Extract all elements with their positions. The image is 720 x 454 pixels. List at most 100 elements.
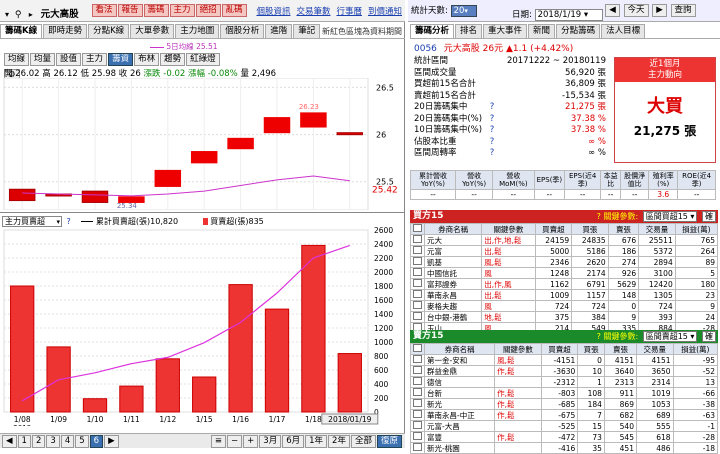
buy-confirm-button[interactable]: 確 xyxy=(702,211,716,222)
table-row[interactable]: 台中銀-港鶴 地,鬆 375 384 9 393 24 xyxy=(410,311,719,323)
header-link[interactable]: 個股資訊 xyxy=(256,7,290,17)
left-tab[interactable]: 個股分析 xyxy=(220,24,265,38)
header-link[interactable]: 交易筆數 xyxy=(296,7,330,17)
sell-confirm-button[interactable]: 確 xyxy=(702,331,716,342)
mode-button[interactable]: 紅綠燈 xyxy=(186,53,220,66)
column-header[interactable]: 交易量 xyxy=(635,343,674,355)
page-button[interactable]: 3 xyxy=(46,435,60,448)
left-tab[interactable]: 即時走勢 xyxy=(43,24,88,38)
table-row[interactable]: 麥格夫趨風 724 724 0 724 9 xyxy=(410,300,719,312)
row-checkbox[interactable] xyxy=(410,245,425,257)
column-header[interactable]: 關鍵參數 xyxy=(481,223,536,235)
column-header[interactable]: 損益(萬) xyxy=(672,343,719,355)
add-icon[interactable]: ▸ xyxy=(29,10,38,19)
left-tab[interactable]: 進階 xyxy=(265,24,293,38)
help-icon[interactable]: ? xyxy=(67,217,71,226)
table-row[interactable]: 華南永昌-中正 作,鬆 -675 7 682 689 -63 xyxy=(410,409,719,421)
page-button[interactable]: 4 xyxy=(60,435,75,448)
select-all-checkbox[interactable] xyxy=(410,223,425,235)
right-tab[interactable]: 新聞 xyxy=(528,24,556,38)
header-link[interactable]: 到價通知 xyxy=(368,7,402,17)
table-row[interactable]: 華南永昌 出,鬆 1009 1157 148 1305 23 xyxy=(410,289,719,301)
row-checkbox[interactable] xyxy=(410,409,425,421)
column-header[interactable]: 損益(萬) xyxy=(674,223,719,235)
right-tab[interactable]: 法人目標 xyxy=(601,24,646,38)
column-header[interactable]: 券商名稱 xyxy=(423,223,483,235)
table-row[interactable]: 中國信託風 1248 2174 926 3100 5 xyxy=(410,267,719,279)
left-tab[interactable]: 籌碼K線 xyxy=(0,24,43,38)
row-checkbox[interactable] xyxy=(410,267,425,279)
stock-action-button[interactable]: 絕招 xyxy=(195,4,221,17)
table-row[interactable]: 富邦證券 出,作,風 1162 6791 5629 12420 180 xyxy=(410,278,719,290)
row-checkbox[interactable] xyxy=(410,311,425,323)
zoom-in-icon[interactable]: + xyxy=(243,435,259,448)
table-row[interactable]: 富豐 作,鬆 -472 73 545 618 -28 xyxy=(410,431,719,443)
range-button[interactable]: 3月 xyxy=(259,435,282,448)
page-button[interactable]: 1 xyxy=(17,435,31,448)
table-row[interactable]: 台新 作,鬆 -803 108 911 1019 -66 xyxy=(410,387,719,399)
stock-input[interactable]: 元大高股 xyxy=(41,6,89,20)
row-checkbox[interactable] xyxy=(410,420,425,432)
range-button[interactable]: 復原 xyxy=(376,435,402,448)
row-checkbox[interactable] xyxy=(410,234,425,246)
row-checkbox[interactable] xyxy=(410,300,425,312)
row-checkbox[interactable] xyxy=(410,376,425,388)
mode-button[interactable]: 設值 xyxy=(56,53,82,66)
help-icon[interactable]: ? xyxy=(488,125,500,137)
row-checkbox[interactable] xyxy=(410,387,425,399)
table-row[interactable]: 元富-大昌 -525 15 540 555 -1 xyxy=(410,420,719,432)
search-icon[interactable]: ⚲ xyxy=(15,10,26,20)
help-icon[interactable]: ? xyxy=(488,137,500,149)
date-input[interactable]: 2018/1/19 ▾ xyxy=(534,9,603,21)
chevron-down-icon[interactable]: ▾ xyxy=(2,10,12,19)
range-button[interactable]: 2年 xyxy=(328,435,350,448)
table-row[interactable]: 元大 出,作,地,鬆 24159 24835 676 25511 765 xyxy=(410,234,719,246)
mode-button[interactable]: 均量 xyxy=(30,53,56,66)
range-button[interactable]: 6月 xyxy=(282,435,305,448)
row-checkbox[interactable] xyxy=(410,278,425,290)
left-tab[interactable]: 筆記 xyxy=(293,24,321,38)
table-row[interactable]: 新光 作,鬆 -685 184 869 1053 -38 xyxy=(410,398,719,410)
left-tab[interactable]: 大單參數 xyxy=(130,24,175,38)
range-button[interactable]: 1年 xyxy=(305,435,328,448)
table-row[interactable]: 凱基 風,鬆 2346 2620 274 2894 89 xyxy=(410,256,719,268)
row-checkbox[interactable] xyxy=(410,256,425,268)
mode-button[interactable]: 趨勢 xyxy=(160,53,186,66)
column-header[interactable]: 關鍵參數 xyxy=(494,343,542,355)
query-button[interactable]: 查詢 xyxy=(670,4,696,17)
table-row[interactable]: 群益金鼎 作,鬆 -3630 10 3640 3650 -52 xyxy=(410,365,719,377)
row-checkbox[interactable] xyxy=(410,365,425,377)
zoom-out-icon[interactable]: − xyxy=(227,435,243,448)
row-checkbox[interactable] xyxy=(410,354,425,366)
prev-day-button[interactable]: ◀ xyxy=(605,4,620,17)
stock-action-button[interactable]: 主力 xyxy=(169,4,195,17)
menu-icon[interactable]: ≡ xyxy=(210,435,227,448)
left-tab[interactable]: 分點K線 xyxy=(88,24,130,38)
mode-button[interactable]: 主力 xyxy=(82,53,108,66)
left-tab[interactable]: 主力地圖 xyxy=(175,24,220,38)
help-icon[interactable]: ? xyxy=(597,212,601,221)
table-row[interactable]: 元富 出,鬆 5000 5186 186 5372 264 xyxy=(410,245,719,257)
column-header[interactable]: 買張 xyxy=(577,343,605,355)
table-row[interactable]: 新光-桃園 -416 35 451 486 -18 xyxy=(410,442,719,454)
table-row[interactable]: 德信 -2312 1 2313 2314 13 xyxy=(410,376,719,388)
range-button[interactable]: 全部 xyxy=(350,435,376,448)
column-header[interactable]: 買張 xyxy=(571,223,609,235)
stat-day-select[interactable]: 20▾ xyxy=(450,5,477,17)
column-header[interactable]: 賣張 xyxy=(603,343,637,355)
sell-filter-select[interactable]: 區間賣超15 ▾ xyxy=(642,331,698,342)
right-tab[interactable]: 分點籌碼 xyxy=(556,24,601,38)
mode-button[interactable]: 均線 xyxy=(4,53,30,66)
stock-action-button[interactable]: 亂碼 xyxy=(221,4,247,17)
page-button[interactable]: 6 xyxy=(89,435,104,448)
row-checkbox[interactable] xyxy=(410,289,425,301)
right-tab[interactable]: 籌碼分析 xyxy=(410,24,455,38)
stock-action-button[interactable]: 報告 xyxy=(117,4,143,17)
column-header[interactable]: 買賣超 xyxy=(540,343,579,355)
next-page-icon[interactable]: ▶ xyxy=(104,435,119,448)
help-icon[interactable]: ? xyxy=(488,148,500,160)
header-link[interactable]: 行事曆 xyxy=(336,7,362,17)
row-checkbox[interactable] xyxy=(410,431,425,443)
today-button[interactable]: 今天 xyxy=(623,4,649,17)
mode-button[interactable]: 布林 xyxy=(134,53,160,66)
